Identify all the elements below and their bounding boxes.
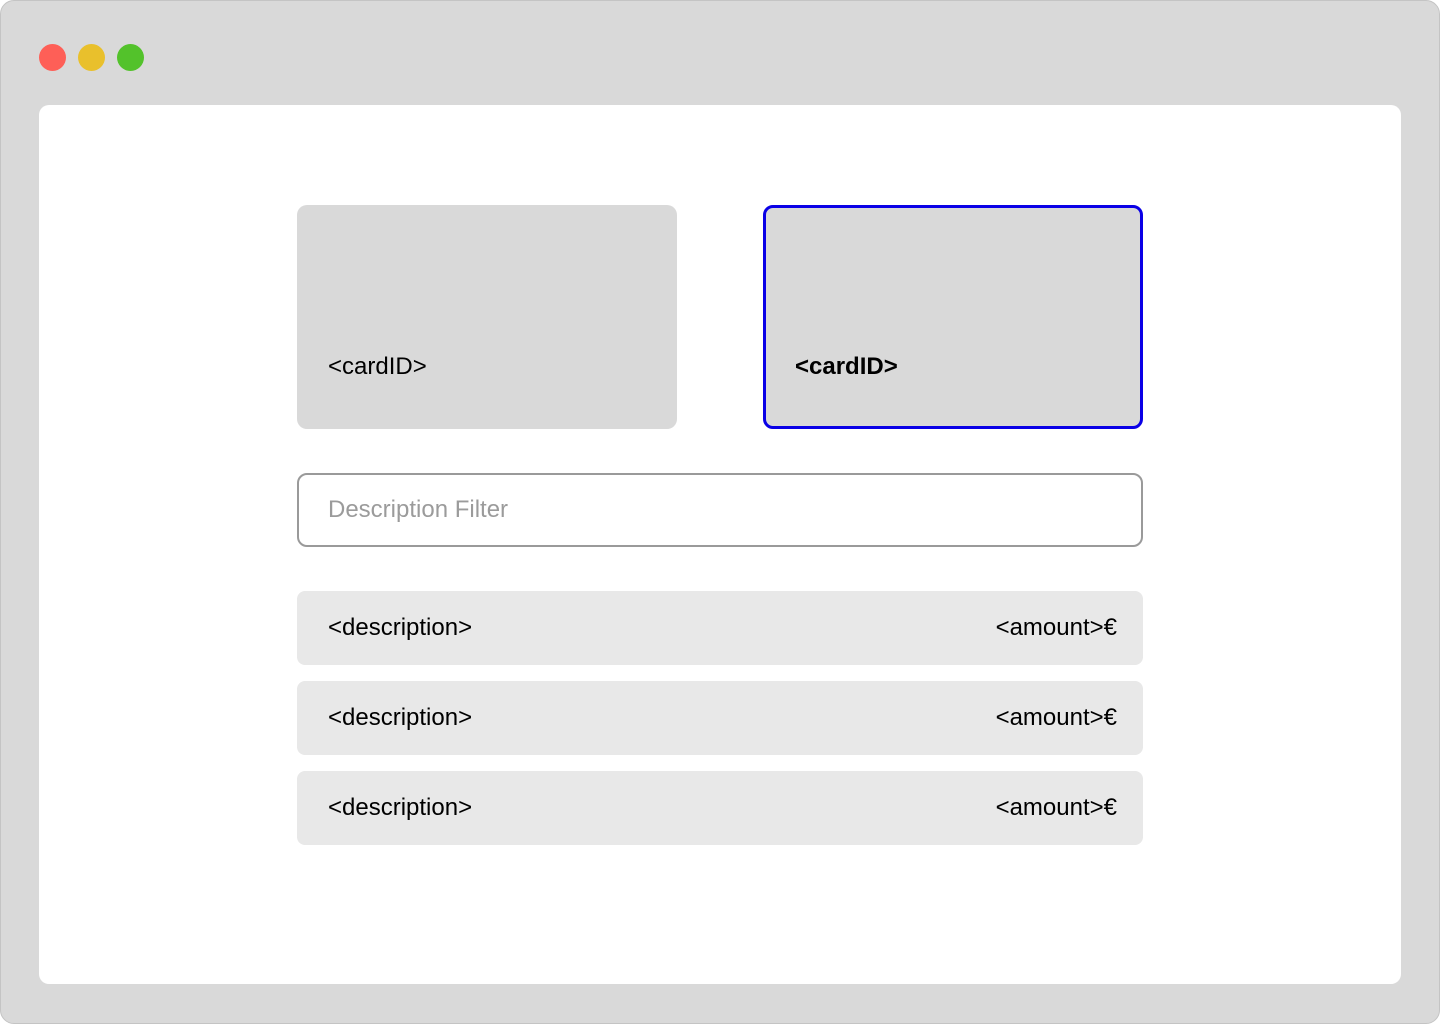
main-content: <cardID> <cardID> <description> <amount>… xyxy=(39,105,1401,984)
card-tile[interactable]: <cardID> xyxy=(297,205,677,429)
card-id-label: <cardID> xyxy=(328,353,427,380)
close-window-button[interactable] xyxy=(39,44,66,71)
minimize-window-button[interactable] xyxy=(78,44,105,71)
transaction-row[interactable]: <description> <amount>€ xyxy=(297,591,1143,665)
transaction-amount: <amount>€ xyxy=(995,704,1117,731)
transaction-row[interactable]: <description> <amount>€ xyxy=(297,681,1143,755)
transaction-row[interactable]: <description> <amount>€ xyxy=(297,771,1143,845)
transaction-amount: <amount>€ xyxy=(995,614,1117,641)
transaction-description: <description> xyxy=(328,704,473,731)
card-tile-selected[interactable]: <cardID> xyxy=(763,205,1143,429)
card-id-label: <cardID> xyxy=(795,353,898,380)
transaction-description: <description> xyxy=(328,794,473,821)
app-window: <cardID> <cardID> <description> <amount>… xyxy=(0,0,1440,1024)
transaction-amount: <amount>€ xyxy=(995,794,1117,821)
transaction-description: <description> xyxy=(328,614,473,641)
maximize-window-button[interactable] xyxy=(117,44,144,71)
description-filter-input[interactable] xyxy=(297,473,1143,547)
